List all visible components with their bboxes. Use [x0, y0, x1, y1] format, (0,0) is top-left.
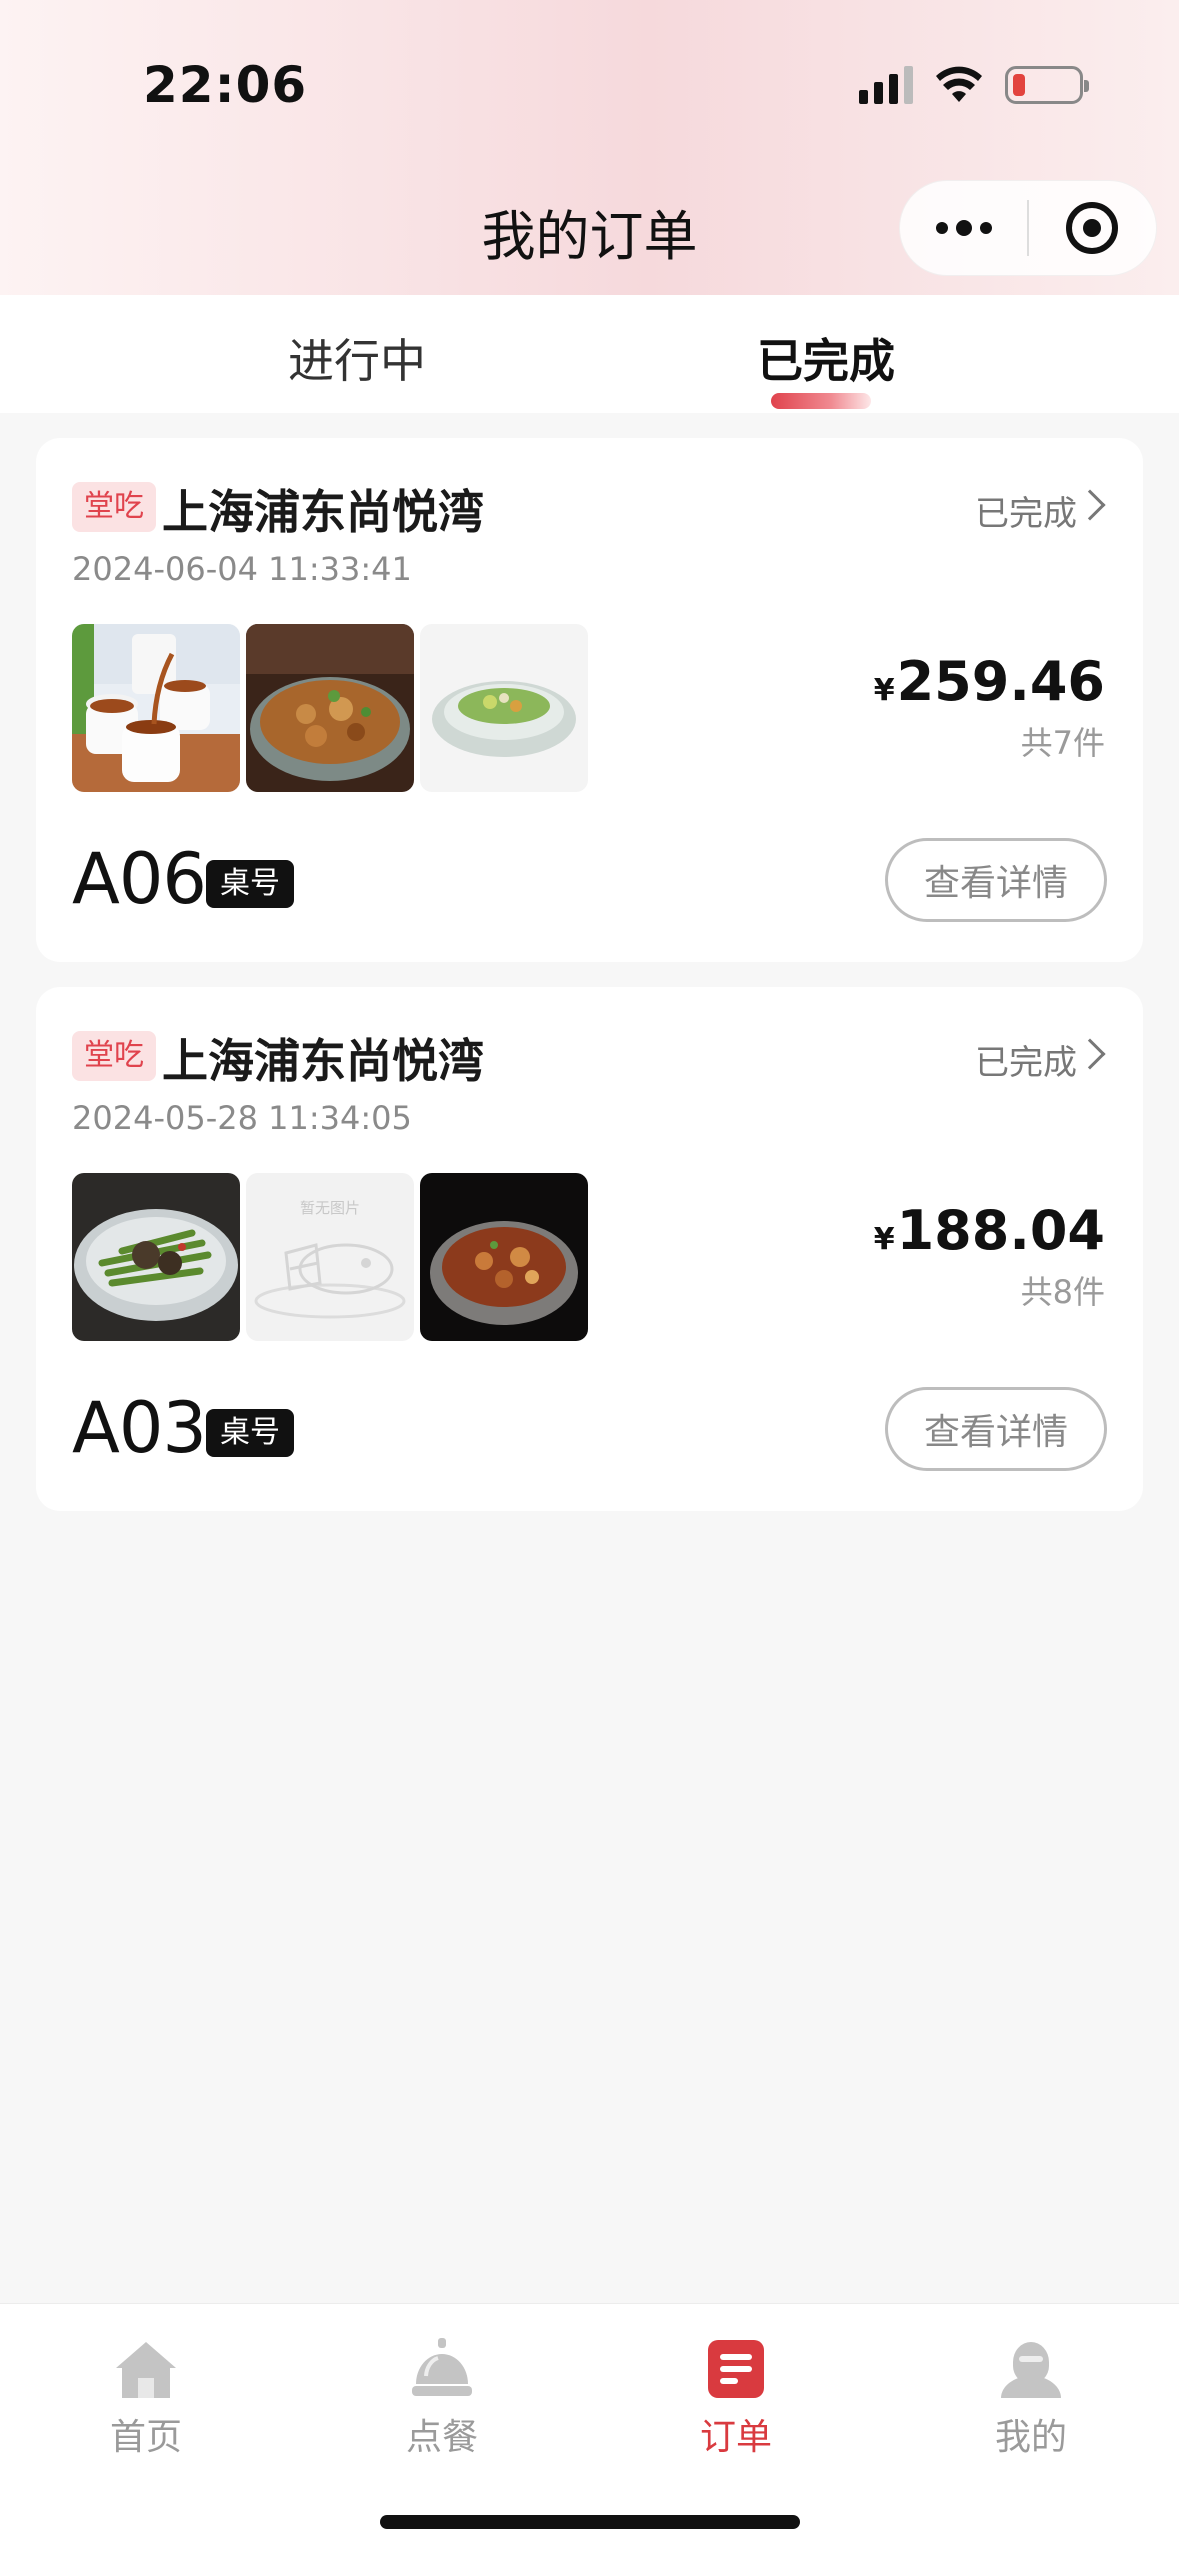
order-status[interactable]: 已完成: [975, 1035, 1077, 1084]
orders-page: 22:06 我的订单 进行中 已完成 堂吃 上海浦东尚悦湾 已完成 2024-0…: [0, 0, 1179, 2556]
order-status[interactable]: 已完成: [975, 486, 1077, 535]
table-number: A03: [72, 1387, 207, 1469]
store-name: 上海浦东尚悦湾: [162, 1034, 484, 1088]
tabbar-item-profile[interactable]: 我的: [931, 2320, 1131, 2460]
no-image-placeholder: 暂无图片: [246, 1173, 414, 1341]
order-time: 2024-06-04 11:33:41: [72, 550, 412, 588]
more-button[interactable]: [900, 220, 1027, 236]
stir-fry-image: [246, 624, 414, 792]
home-indicator[interactable]: [380, 2515, 800, 2529]
item-count: 共8件: [1020, 1273, 1105, 1311]
order-list-icon: [708, 2340, 764, 2398]
dish-thumbnails: [72, 624, 588, 792]
wifi-icon: [936, 66, 982, 102]
vegetable-dish-image: [420, 624, 588, 792]
user-icon: [1001, 2342, 1061, 2398]
price-value: 188.04: [896, 1199, 1105, 1262]
close-miniprogram-button[interactable]: [1029, 202, 1156, 254]
table-label-badge: 桌号: [206, 860, 294, 908]
view-details-button[interactable]: 查看详情: [885, 838, 1107, 922]
dine-in-tag: 堂吃: [72, 1031, 156, 1081]
currency-symbol: ¥: [873, 1222, 895, 1257]
braised-dish-image: [420, 1173, 588, 1341]
tabbar-label: 我的: [994, 2417, 1067, 2458]
target-icon: [1066, 202, 1119, 254]
active-tab-indicator: [771, 393, 871, 409]
tabbar-item-orders[interactable]: 订单: [636, 2320, 836, 2460]
tab-in-progress[interactable]: 进行中: [288, 325, 426, 391]
dine-in-tag: 堂吃: [72, 482, 156, 532]
tabbar-item-order-food[interactable]: 点餐: [342, 2320, 542, 2460]
home-icon: [116, 2342, 176, 2398]
item-count: 共7件: [1020, 724, 1105, 762]
order-card[interactable]: 堂吃 上海浦东尚悦湾 已完成 2024-05-28 11:34:05 暂无图片: [36, 987, 1143, 1511]
order-time: 2024-05-28 11:34:05: [72, 1099, 412, 1137]
chevron-right-icon: [1074, 489, 1106, 521]
store-name: 上海浦东尚悦湾: [162, 485, 484, 539]
service-bell-icon: [412, 2338, 472, 2396]
table-number: A06: [72, 838, 207, 920]
tabbar-label: 首页: [109, 2417, 182, 2458]
green-beans-image: [72, 1173, 240, 1341]
table-label-badge: 桌号: [206, 1409, 294, 1457]
tabbar-item-home[interactable]: 首页: [46, 2320, 246, 2460]
tabbar-label: 订单: [699, 2417, 772, 2458]
header: 22:06 我的订单: [0, 0, 1179, 295]
tea-image: [72, 624, 240, 792]
miniprogram-capsule: [899, 180, 1157, 276]
dish-thumbnails: 暂无图片: [72, 1173, 588, 1341]
tab-completed[interactable]: 已完成: [757, 325, 895, 391]
order-price: ¥259.46: [874, 650, 1105, 713]
status-time: 22:06: [143, 56, 308, 114]
battery-icon: [1005, 66, 1089, 104]
order-card[interactable]: 堂吃 上海浦东尚悦湾 已完成 2024-06-04 11:33:41 ¥259.…: [36, 438, 1143, 962]
price-value: 259.46: [896, 650, 1105, 713]
chevron-right-icon: [1074, 1038, 1106, 1070]
cellular-signal-icon: [859, 66, 913, 104]
status-icons: [859, 66, 1089, 104]
view-details-button[interactable]: 查看详情: [885, 1387, 1107, 1471]
order-status-tabs: 进行中 已完成: [0, 295, 1179, 413]
order-price: ¥188.04: [874, 1199, 1105, 1262]
currency-symbol: ¥: [873, 673, 895, 708]
tabbar-label: 点餐: [405, 2417, 478, 2458]
